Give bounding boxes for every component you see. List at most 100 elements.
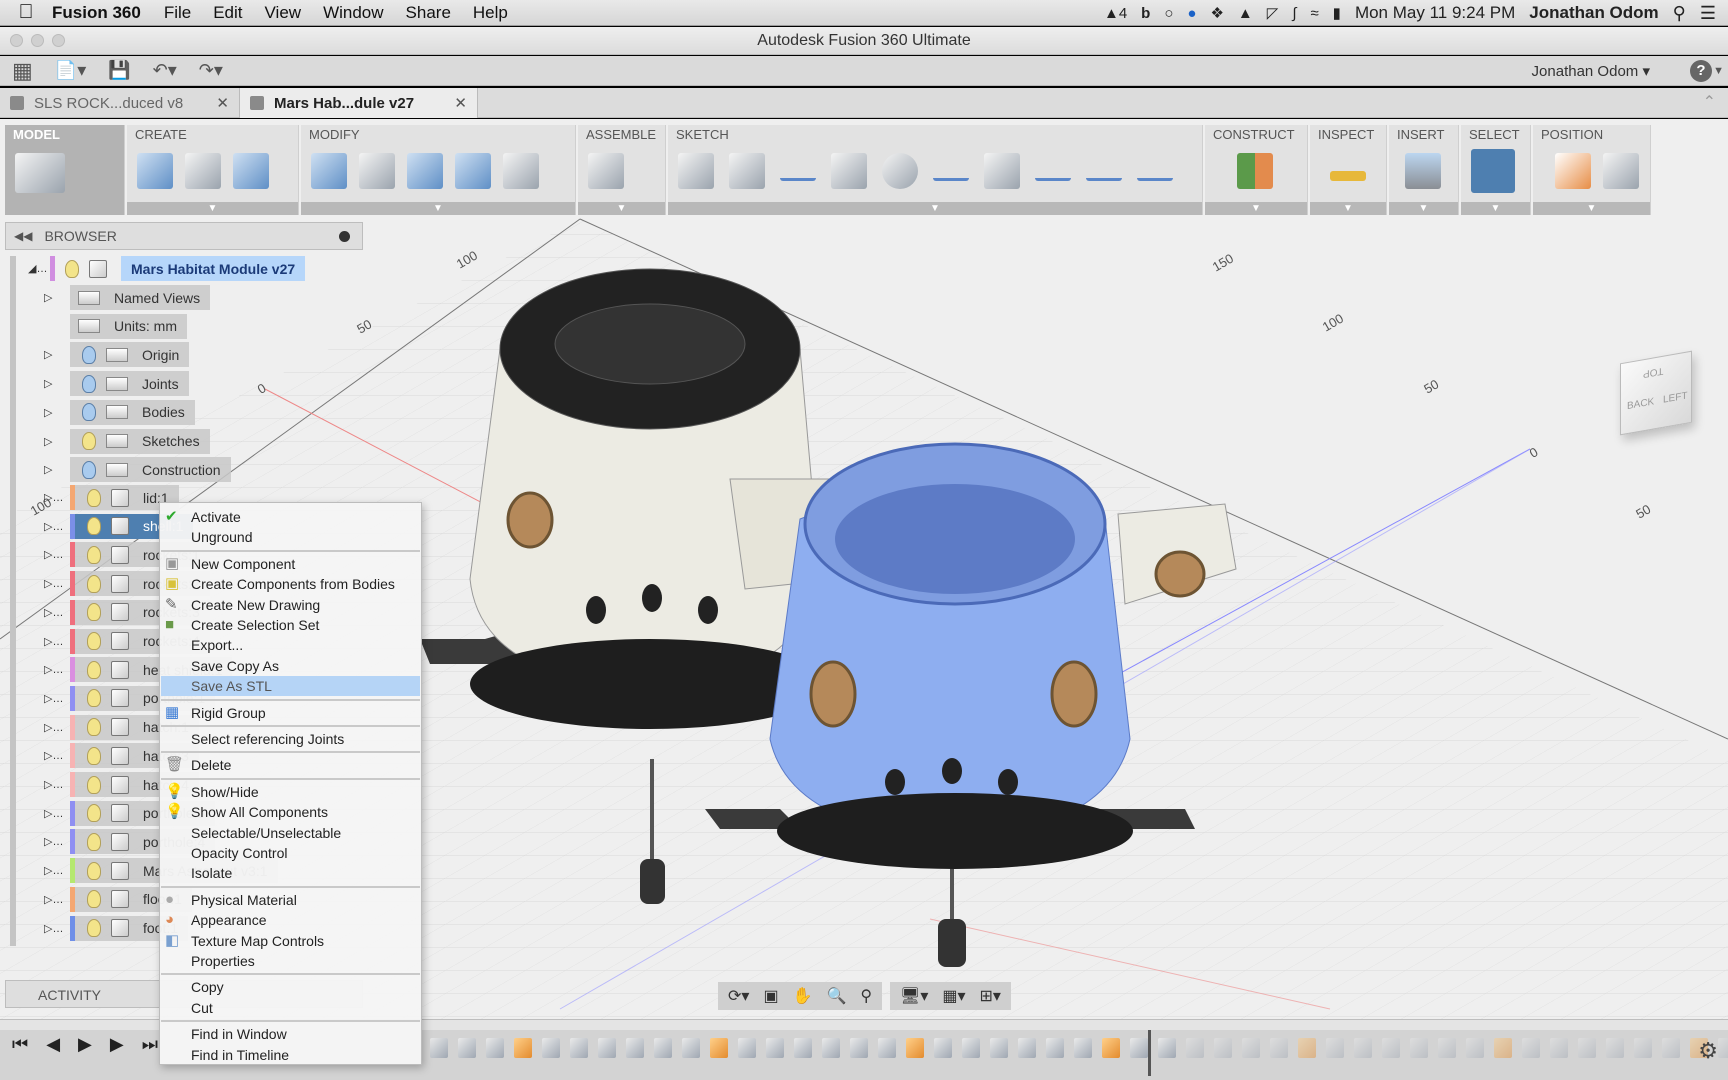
timeline-feature-icon[interactable] <box>766 1038 784 1058</box>
timeline-feature-icon[interactable] <box>682 1038 700 1058</box>
expand-arrow-icon[interactable]: ▷ <box>44 463 70 476</box>
last-icon[interactable]: ⏭ <box>142 1034 158 1055</box>
menu-item-find-in-timeline[interactable]: Find in Timeline <box>161 1045 420 1065</box>
display-settings-icon[interactable]: 🖥▾ <box>900 986 928 1006</box>
timeline-feature-icon[interactable] <box>1046 1038 1064 1058</box>
split-face-icon[interactable] <box>407 153 443 189</box>
menu-item-delete[interactable]: 🗑 Delete <box>161 755 420 775</box>
gear-icon[interactable]: ⚙ <box>1698 1038 1718 1064</box>
browser-pin-icon[interactable] <box>339 230 350 242</box>
timeline-feature-icon[interactable] <box>990 1038 1008 1058</box>
lightbulb-icon[interactable] <box>82 345 96 364</box>
clock[interactable]: Mon May 11 9:24 PM <box>1355 3 1515 23</box>
browser-folder-bodies[interactable]: ▷ Bodies <box>44 399 195 425</box>
timeline-feature-icon[interactable] <box>1074 1038 1092 1058</box>
line-icon[interactable] <box>780 161 816 181</box>
timeline-feature-icon[interactable] <box>1102 1038 1120 1058</box>
timeline-feature-icon[interactable] <box>1270 1038 1288 1058</box>
menubar-user[interactable]: Jonathan Odom <box>1529 3 1658 23</box>
expand-arrow-icon[interactable]: ▷… <box>44 663 70 676</box>
orbit-icon[interactable]: ⟳▾ <box>728 986 749 1006</box>
timeline-feature-icon[interactable] <box>1662 1038 1680 1058</box>
trim-icon[interactable] <box>1035 161 1071 181</box>
shield-icon[interactable]: ◸ <box>1267 4 1279 22</box>
select-icon[interactable] <box>1471 149 1515 193</box>
lightbulb-icon[interactable] <box>87 890 101 909</box>
lightbulb-icon[interactable] <box>87 603 101 622</box>
zoom-window-button[interactable] <box>52 34 65 47</box>
menu-view[interactable]: View <box>254 3 313 23</box>
timeline-feature-icon[interactable] <box>1522 1038 1540 1058</box>
file-menu-icon[interactable]: 📄▾ <box>55 60 86 81</box>
timeline-feature-icon[interactable] <box>1438 1038 1456 1058</box>
previous-icon[interactable]: ◀ <box>46 1034 60 1055</box>
menu-item-find-in-window[interactable]: Find in Window <box>161 1024 420 1044</box>
bluetooth-icon[interactable]: ∫ <box>1292 5 1296 22</box>
expand-arrow-icon[interactable]: ▷… <box>44 864 70 877</box>
measure-icon[interactable] <box>1330 171 1366 181</box>
timeline-feature-icon[interactable] <box>850 1038 868 1058</box>
expand-arrow-icon[interactable]: ▷… <box>44 807 70 820</box>
pan-icon[interactable]: ✋ <box>793 986 813 1006</box>
menu-item-activate[interactable]: ✔ Activate <box>161 507 420 527</box>
timeline-feature-icon[interactable] <box>1158 1038 1176 1058</box>
offset-icon[interactable] <box>1137 161 1173 181</box>
timeline-feature-icon[interactable] <box>1550 1038 1568 1058</box>
expand-arrow-icon[interactable]: ▷… <box>44 606 70 619</box>
timeline-feature-icon[interactable] <box>878 1038 896 1058</box>
menu-item-new-component[interactable]: ▣ New Component <box>161 554 420 574</box>
mirror-icon[interactable] <box>984 153 1020 189</box>
revolve-icon[interactable] <box>233 153 269 189</box>
lightbulb-icon[interactable] <box>87 689 101 708</box>
model-workspace-icon[interactable] <box>15 153 65 193</box>
menu-item-cut[interactable]: Cut <box>161 998 420 1018</box>
collapse-browser-icon[interactable]: ◀◀ <box>6 229 44 243</box>
menu-item-copy[interactable]: Copy <box>161 977 420 997</box>
notification-center-icon[interactable]: ☰ <box>1700 3 1716 24</box>
plane-icon[interactable] <box>1237 153 1273 189</box>
timeline-feature-icon[interactable] <box>1494 1038 1512 1058</box>
timeline-feature-icon[interactable] <box>1578 1038 1596 1058</box>
extend-icon[interactable] <box>1086 161 1122 181</box>
menu-item-show-all-components[interactable]: 💡 Show All Components <box>161 802 420 822</box>
press-pull-icon[interactable] <box>311 153 347 189</box>
lightbulb-icon[interactable] <box>82 460 96 479</box>
menu-item-isolate[interactable]: Isolate <box>161 863 420 883</box>
drive-icon[interactable]: ▲ <box>1238 5 1253 22</box>
lightbulb-icon[interactable] <box>65 259 79 278</box>
browser-panel-header[interactable]: ◀◀ BROWSER <box>5 222 363 250</box>
zoom-icon[interactable]: 🔍 <box>826 986 846 1006</box>
evernote-icon[interactable]: ❖ <box>1210 4 1223 22</box>
collapse-chevron-icon[interactable]: ⌃ <box>1703 92 1716 112</box>
split-body-icon[interactable] <box>185 153 221 189</box>
expand-arrow-icon[interactable]: ▷… <box>44 778 70 791</box>
lightbulb-icon[interactable] <box>87 488 101 507</box>
lightbulb-icon[interactable] <box>87 545 101 564</box>
joint-icon[interactable] <box>588 153 624 189</box>
data-panel-grid-icon[interactable]: ▦ <box>12 58 33 84</box>
lightbulb-icon[interactable] <box>87 574 101 593</box>
expand-arrow-icon[interactable]: ▷… <box>44 721 70 734</box>
expand-arrow-icon[interactable]: ▷ <box>44 291 70 304</box>
expand-arrow-icon[interactable]: ◢… <box>28 262 50 275</box>
timeline-feature-icon[interactable] <box>1214 1038 1232 1058</box>
b-icon[interactable]: b <box>1141 5 1150 22</box>
look-at-icon[interactable]: ▣ <box>763 986 778 1006</box>
close-window-button[interactable] <box>10 34 23 47</box>
menu-window[interactable]: Window <box>312 3 394 23</box>
timeline-feature-icon[interactable] <box>654 1038 672 1058</box>
circle-icon[interactable] <box>882 153 918 189</box>
timeline-feature-icon[interactable] <box>906 1038 924 1058</box>
fillet-icon[interactable] <box>359 153 395 189</box>
timeline-feature-icon[interactable] <box>1298 1038 1316 1058</box>
expand-arrow-icon[interactable]: ▷… <box>44 922 70 935</box>
position-dropdown-icon[interactable]: ▼ <box>1533 202 1650 215</box>
select-dropdown-icon[interactable]: ▼ <box>1461 202 1530 215</box>
extrude-icon[interactable] <box>137 153 173 189</box>
fillet-sketch-icon[interactable] <box>933 161 969 181</box>
menu-item-save-as-stl[interactable]: Save As STL <box>161 676 420 697</box>
close-tab-icon[interactable]: ✕ <box>454 94 467 112</box>
combine-icon[interactable] <box>455 153 491 189</box>
menu-share[interactable]: Share <box>395 3 462 23</box>
lightbulb-icon[interactable] <box>87 718 101 737</box>
